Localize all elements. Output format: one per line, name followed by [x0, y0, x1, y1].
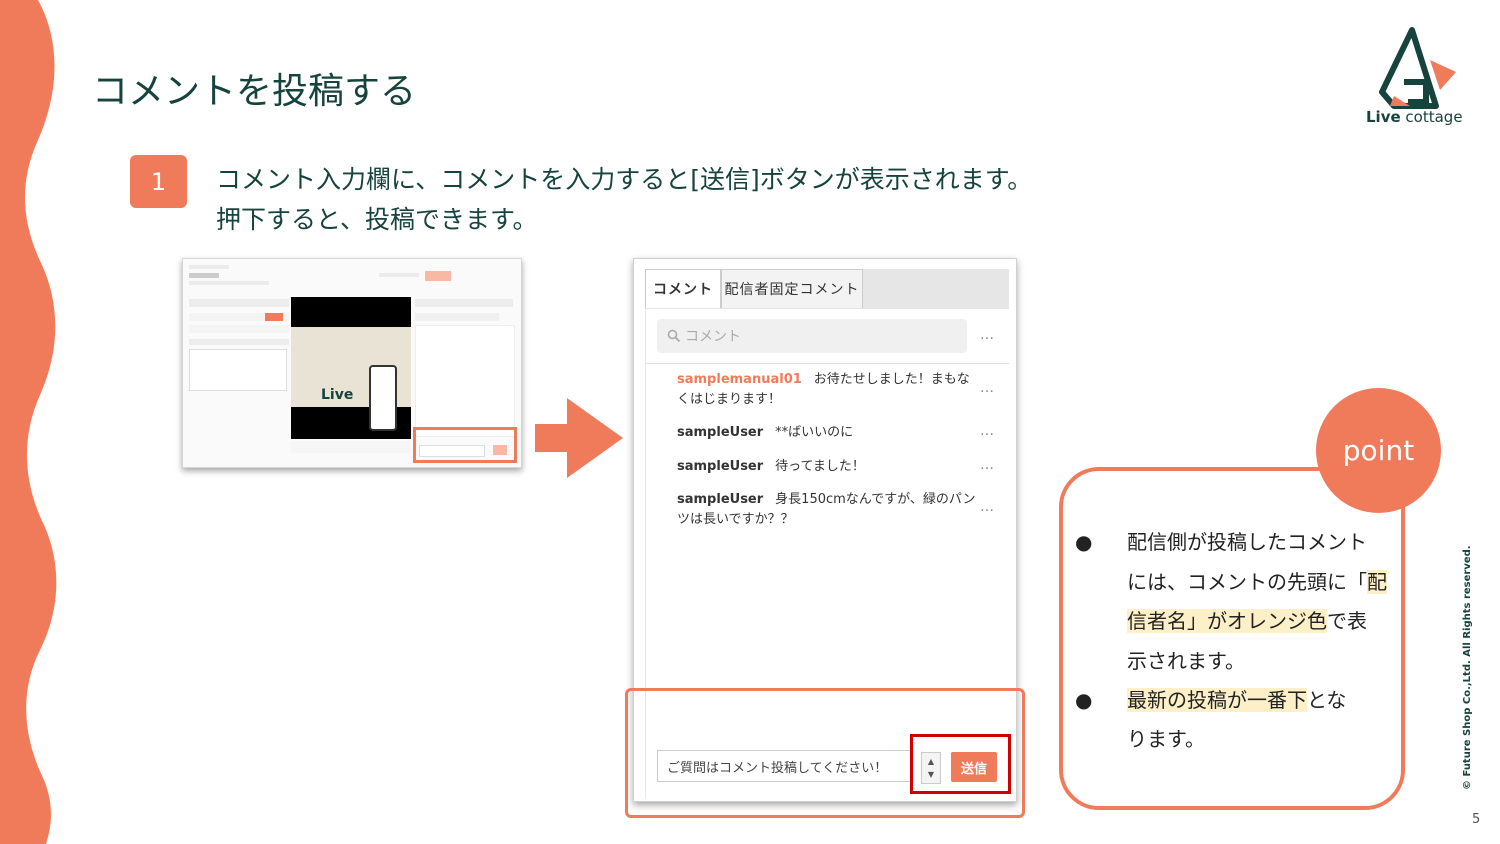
comment-more-icon[interactable]: … [980, 499, 995, 515]
comment-user: sampleUser [677, 459, 764, 474]
comment-more-icon[interactable]: … [980, 423, 995, 439]
send-button-highlight [910, 734, 1011, 794]
logo-text: Live cottage [1366, 108, 1463, 126]
overview-screenshot: Live [182, 258, 522, 468]
video-live-logo: Live [321, 387, 354, 403]
phone-image [369, 365, 397, 431]
divider [645, 363, 1009, 364]
comment-input-highlight [413, 427, 517, 463]
comment-item: sampleUser 身長150cmなんですが、緑のパンツは長いですか？？ [677, 490, 977, 530]
point-badge: point [1316, 388, 1441, 513]
right-arrow-icon [535, 398, 623, 478]
video-card: Live [291, 327, 411, 431]
instruction-line-1: コメント入力欄に、コメントを入力すると[送信]ボタンが表示されます。 [216, 165, 1033, 194]
comment-item: sampleUser 待ってました！ [677, 457, 977, 477]
point-item-2-line-1: ● 最新の投稿が一番下とな [1075, 681, 1346, 721]
point-item-1-line-2: には、コメントの先頭に「配 [1127, 570, 1387, 594]
step-instructions: コメント入力欄に、コメントを入力すると[送信]ボタンが表示されます。 押下すると… [216, 160, 1032, 240]
search-icon [667, 329, 681, 343]
bullet: ● [1075, 530, 1093, 554]
comment-text: **ばいいのに [775, 425, 854, 440]
comment-more-icon[interactable]: … [980, 380, 995, 396]
search-more-icon[interactable]: … [980, 327, 995, 343]
comment-user: sampleUser [677, 425, 764, 440]
page-title: コメントを投稿する [92, 71, 417, 112]
tab-fixed-comment[interactable]: 配信者固定コメント [721, 269, 863, 308]
comment-text: 待ってました！ [775, 459, 865, 474]
comment-user: sampleUser [677, 492, 764, 507]
tab-comment[interactable]: コメント [645, 269, 721, 308]
decorative-wave [0, 0, 57, 844]
point-item-2-line-2: ります。 [1127, 727, 1205, 751]
comment-item: samplemanual01 お待たせしました！まもなくはじまります！ [677, 370, 977, 410]
instruction-line-2: 押下すると、投稿できます。 [216, 205, 538, 234]
point-item-1-line-3: 信者名」がオレンジ色で表 [1127, 609, 1367, 633]
comment-item: sampleUser **ばいいのに [677, 423, 977, 443]
point-item-1-line-4: 示されます。 [1127, 649, 1245, 673]
comment-more-icon[interactable]: … [980, 457, 995, 473]
copyright: © Future Shop Co.,Ltd. All Rights reserv… [1462, 545, 1473, 790]
comment-tabs: コメント 配信者固定コメント [645, 269, 1009, 309]
video-preview: Live [291, 297, 411, 439]
step-number-badge: 1 [130, 155, 187, 208]
bullet: ● [1075, 688, 1093, 712]
search-placeholder: コメント [685, 329, 741, 345]
point-item-1-line-1: ● 配信側が投稿したコメント [1075, 523, 1367, 563]
comment-search-input[interactable]: コメント [657, 319, 967, 353]
comment-user: samplemanual01 [677, 372, 802, 387]
page-number: 5 [1472, 812, 1481, 827]
